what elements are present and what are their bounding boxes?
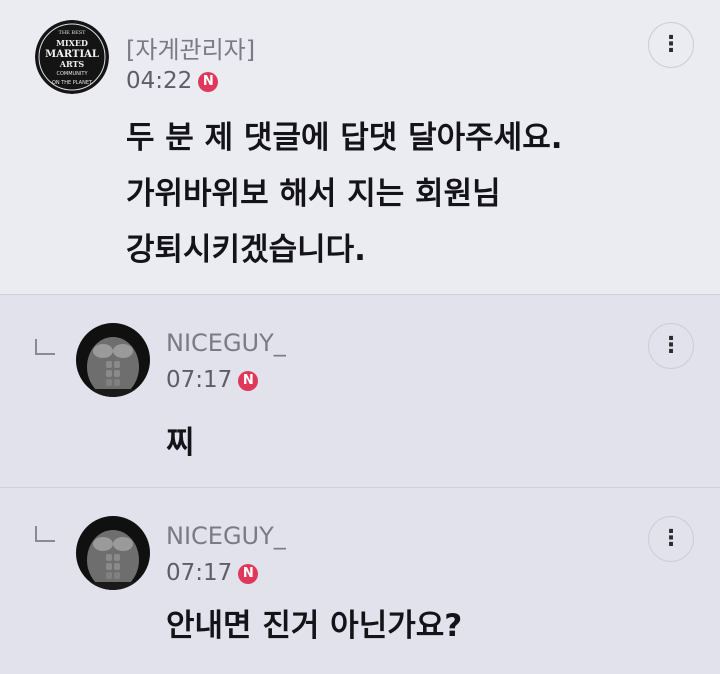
- avatar[interactable]: [76, 516, 150, 590]
- comment-time: 07:17 N: [166, 367, 259, 393]
- more-vertical-icon: ⋮: [660, 333, 682, 358]
- comment-author[interactable]: NICEGUY_: [166, 329, 286, 357]
- muscle-torso-photo-icon: [76, 516, 150, 590]
- comment-author[interactable]: NICEGUY_: [166, 522, 286, 550]
- time-text: 07:17: [166, 367, 233, 393]
- comment-body: 찌: [166, 425, 195, 461]
- time-text: 04:22: [126, 68, 193, 94]
- new-badge: N: [238, 371, 259, 391]
- reply-arrow-icon: [35, 339, 55, 355]
- comment-time: 04:22 N: [126, 68, 219, 94]
- more-options-button[interactable]: ⋮: [648, 22, 694, 68]
- comment-main: THE BEST MIXED MARTIAL ARTS COMMUNITY ON…: [0, 0, 720, 294]
- new-badge: N: [238, 564, 259, 584]
- avatar[interactable]: THE BEST MIXED MARTIAL ARTS COMMUNITY ON…: [35, 20, 109, 94]
- logo-text-top: THE BEST: [58, 30, 86, 36]
- avatar[interactable]: [76, 323, 150, 397]
- comment-line: 가위바위보 해서 지는 회원님: [126, 176, 501, 212]
- comment-body: 안내면 진거 아닌가요?: [166, 608, 463, 644]
- reply-arrow-icon: [35, 526, 55, 542]
- comment-body: 두 분 제 댓글에 답댓 달아주세요. 가위바위보 해서 지는 회원님 강퇴시키…: [126, 110, 706, 278]
- logo-text-planet: ON THE PLANET: [52, 80, 93, 86]
- comment-line: 강퇴시키겠습니다.: [126, 232, 366, 268]
- logo-text-arts: ARTS: [59, 59, 85, 69]
- time-text: 07:17: [166, 560, 233, 586]
- comment-reply: NICEGUY_ 07:17 N 찌 ⋮: [0, 294, 720, 487]
- new-badge: N: [198, 72, 219, 92]
- comment-time: 07:17 N: [166, 560, 259, 586]
- more-vertical-icon: ⋮: [660, 32, 682, 57]
- more-options-button[interactable]: ⋮: [648, 516, 694, 562]
- logo-text-community: COMMUNITY: [56, 71, 88, 77]
- more-options-button[interactable]: ⋮: [648, 323, 694, 369]
- mma-logo-icon: THE BEST MIXED MARTIAL ARTS COMMUNITY ON…: [35, 20, 109, 94]
- comment-author[interactable]: [자게관리자]: [126, 30, 255, 65]
- logo-text-mixed: MIXED: [56, 38, 88, 48]
- comment-reply: NICEGUY_ 07:17 N 안내면 진거 아닌가요? ⋮: [0, 487, 720, 674]
- comment-line: 두 분 제 댓글에 답댓 달아주세요.: [126, 120, 563, 156]
- muscle-torso-photo-icon: [76, 323, 150, 397]
- more-vertical-icon: ⋮: [660, 526, 682, 551]
